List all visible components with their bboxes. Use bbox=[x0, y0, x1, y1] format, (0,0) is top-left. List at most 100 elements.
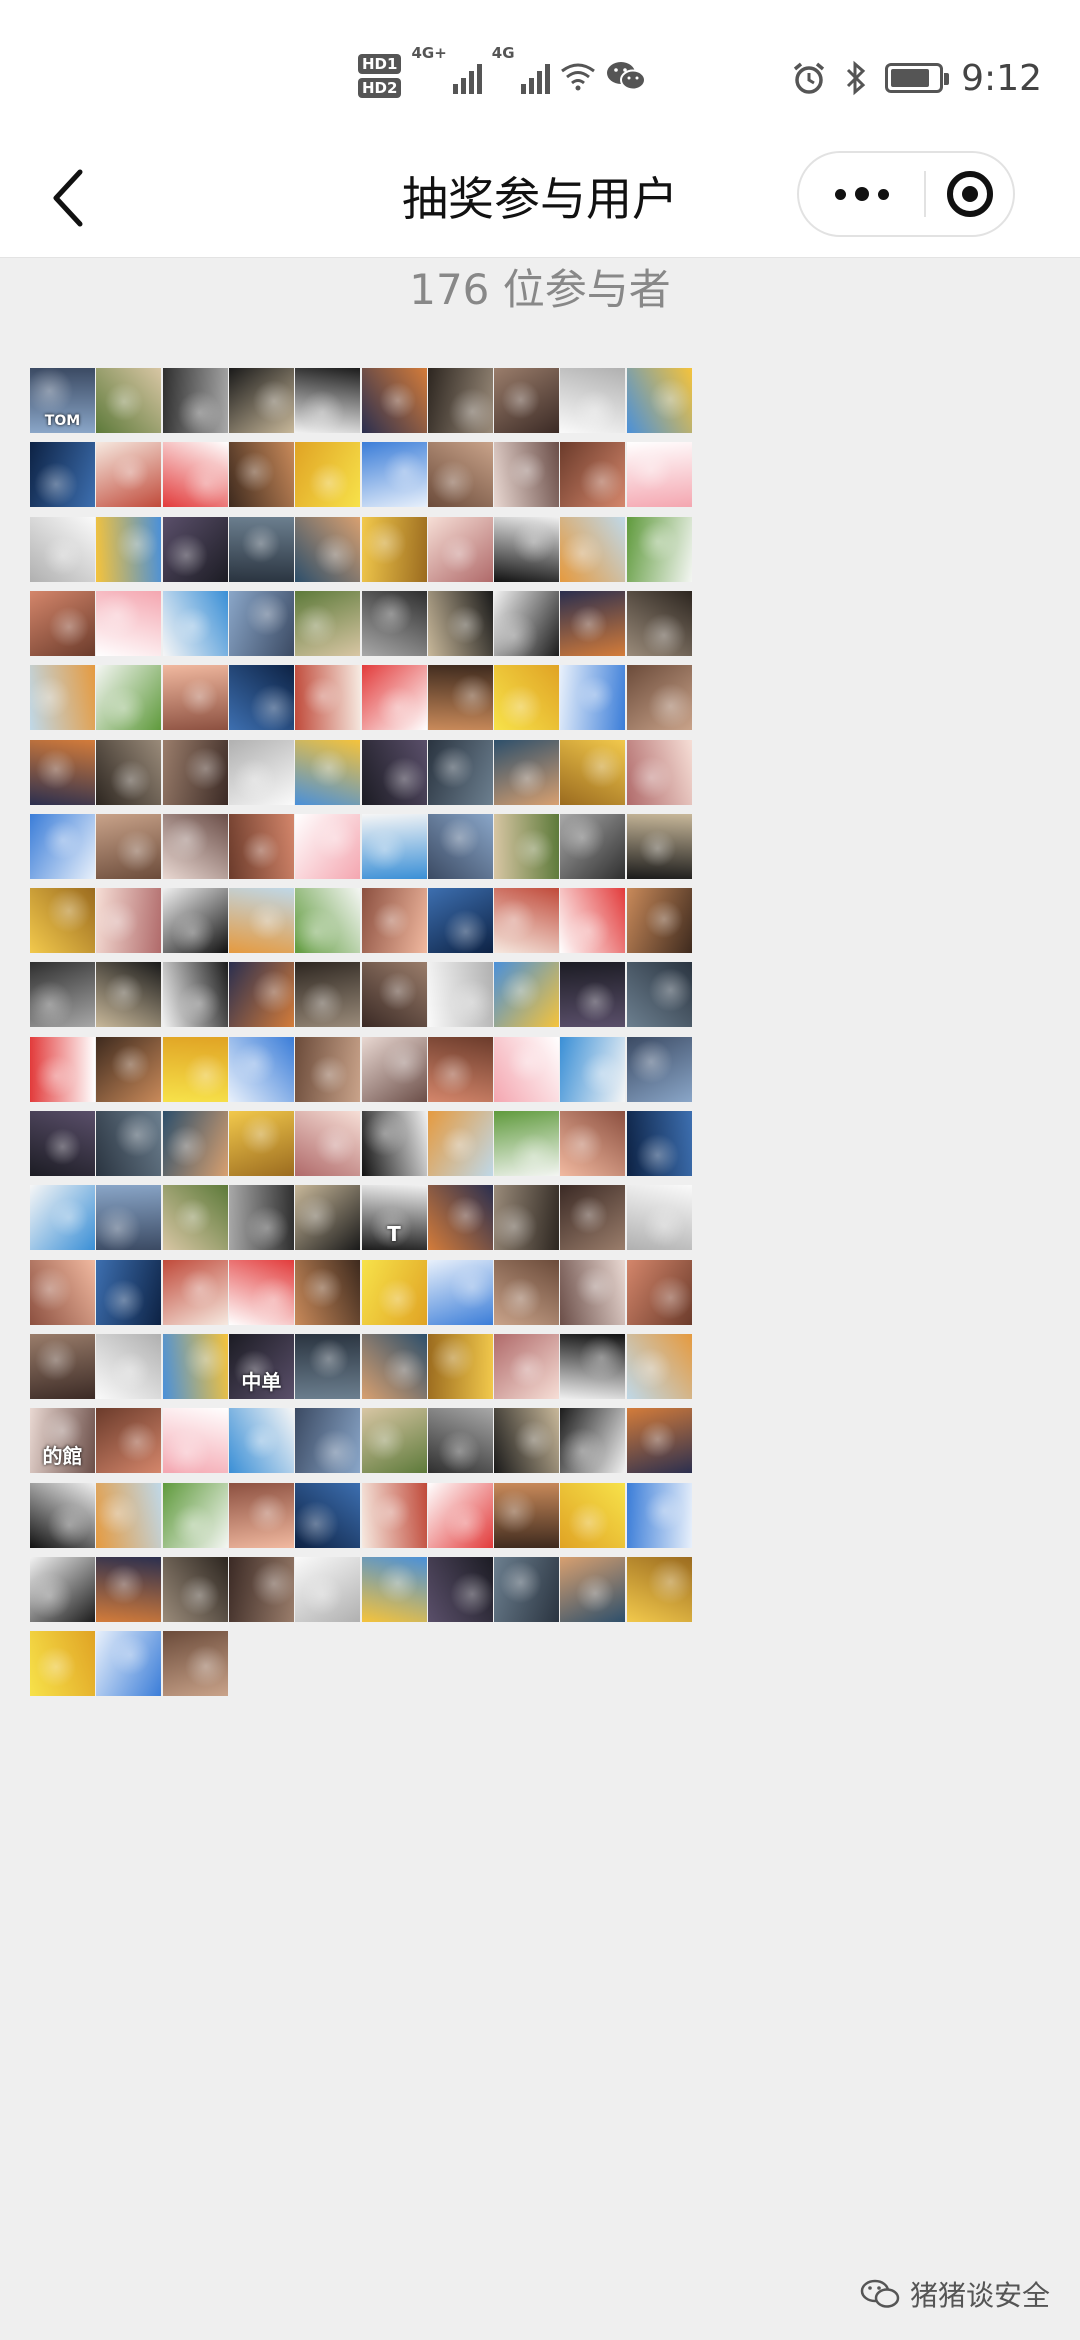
participant-avatar[interactable] bbox=[494, 368, 560, 433]
participant-avatar[interactable] bbox=[361, 1482, 427, 1548]
participant-avatar[interactable] bbox=[494, 442, 560, 508]
participant-avatar[interactable] bbox=[494, 739, 560, 805]
participant-avatar[interactable] bbox=[427, 442, 493, 508]
participant-avatar[interactable] bbox=[295, 368, 361, 433]
more-button[interactable] bbox=[799, 153, 924, 235]
participant-avatar[interactable] bbox=[626, 516, 692, 582]
participant-avatar[interactable] bbox=[560, 888, 626, 954]
participant-avatar[interactable] bbox=[626, 1036, 692, 1102]
participant-avatar[interactable] bbox=[560, 962, 626, 1028]
participant-avatar[interactable] bbox=[162, 1631, 228, 1697]
participant-avatar[interactable] bbox=[30, 1259, 95, 1325]
participant-avatar[interactable] bbox=[30, 1036, 95, 1102]
participant-avatar[interactable] bbox=[427, 1482, 493, 1548]
participant-avatar[interactable] bbox=[494, 1556, 560, 1622]
participant-avatar[interactable] bbox=[96, 1408, 162, 1474]
participant-avatar[interactable] bbox=[295, 1482, 361, 1548]
participant-avatar[interactable] bbox=[96, 590, 162, 656]
participant-avatar[interactable] bbox=[228, 665, 294, 731]
participant-avatar[interactable] bbox=[295, 1408, 361, 1474]
participant-avatar[interactable] bbox=[162, 1408, 228, 1474]
participant-avatar[interactable] bbox=[626, 368, 692, 433]
participant-avatar[interactable] bbox=[162, 739, 228, 805]
participant-avatar[interactable] bbox=[228, 1482, 294, 1548]
participant-avatar[interactable] bbox=[295, 739, 361, 805]
participant-avatar[interactable] bbox=[162, 665, 228, 731]
participant-avatar[interactable] bbox=[96, 1111, 162, 1176]
participant-avatar[interactable] bbox=[494, 888, 560, 954]
participant-avatar[interactable] bbox=[427, 368, 493, 433]
participant-avatar[interactable]: 中单 bbox=[228, 1333, 294, 1399]
participant-avatar[interactable] bbox=[626, 813, 692, 879]
participant-avatar[interactable] bbox=[96, 888, 162, 954]
participant-avatar[interactable] bbox=[228, 1259, 294, 1325]
participant-avatar[interactable] bbox=[228, 442, 294, 508]
participant-avatar[interactable] bbox=[560, 813, 626, 879]
participant-avatar[interactable] bbox=[295, 962, 361, 1028]
participant-avatar[interactable] bbox=[162, 1036, 228, 1102]
participant-avatar[interactable] bbox=[162, 1259, 228, 1325]
participant-avatar[interactable] bbox=[361, 1259, 427, 1325]
participant-avatar[interactable] bbox=[30, 1482, 95, 1548]
participant-avatar[interactable] bbox=[295, 813, 361, 879]
participant-avatar[interactable] bbox=[30, 442, 95, 508]
participant-avatar[interactable] bbox=[96, 665, 162, 731]
participant-avatar[interactable] bbox=[228, 888, 294, 954]
participant-avatar[interactable] bbox=[427, 1556, 493, 1622]
participant-avatar[interactable] bbox=[30, 1556, 95, 1622]
participant-avatar[interactable] bbox=[228, 1111, 294, 1176]
participant-avatar[interactable] bbox=[228, 739, 294, 805]
participant-avatar[interactable] bbox=[494, 1482, 560, 1548]
participant-avatar[interactable] bbox=[295, 888, 361, 954]
participant-avatar[interactable] bbox=[427, 1111, 493, 1176]
participant-avatar[interactable] bbox=[162, 1556, 228, 1622]
close-button[interactable] bbox=[926, 153, 1013, 235]
participant-avatar[interactable] bbox=[560, 442, 626, 508]
participant-avatar[interactable] bbox=[30, 962, 95, 1028]
participant-avatar[interactable] bbox=[361, 1036, 427, 1102]
participant-avatar[interactable] bbox=[560, 516, 626, 582]
participant-avatar[interactable] bbox=[30, 1185, 95, 1251]
participant-avatar[interactable] bbox=[96, 1482, 162, 1548]
participant-avatar[interactable] bbox=[228, 962, 294, 1028]
participant-avatar[interactable] bbox=[427, 962, 493, 1028]
participant-avatar[interactable] bbox=[30, 888, 95, 954]
participant-avatar[interactable] bbox=[96, 1259, 162, 1325]
participant-avatar[interactable] bbox=[295, 1333, 361, 1399]
participant-avatar[interactable] bbox=[295, 1556, 361, 1622]
participant-avatar[interactable] bbox=[427, 1408, 493, 1474]
participant-avatar[interactable] bbox=[96, 1185, 162, 1251]
participant-avatar[interactable] bbox=[626, 1111, 692, 1176]
participant-avatar[interactable] bbox=[162, 442, 228, 508]
participant-avatar[interactable] bbox=[295, 590, 361, 656]
participant-avatar[interactable] bbox=[228, 1036, 294, 1102]
participant-avatar[interactable] bbox=[96, 368, 162, 433]
participant-avatar[interactable] bbox=[560, 1036, 626, 1102]
participant-avatar[interactable] bbox=[96, 516, 162, 582]
participant-avatar[interactable] bbox=[494, 1333, 560, 1399]
participant-avatar[interactable] bbox=[162, 888, 228, 954]
participant-avatar[interactable] bbox=[228, 590, 294, 656]
participant-avatar[interactable] bbox=[494, 1408, 560, 1474]
participant-avatar[interactable] bbox=[162, 813, 228, 879]
participant-avatar[interactable] bbox=[30, 1631, 95, 1697]
participant-avatar[interactable] bbox=[427, 1259, 493, 1325]
participant-avatar[interactable] bbox=[626, 739, 692, 805]
participant-avatar[interactable]: 的館 bbox=[30, 1408, 95, 1474]
participant-avatar[interactable]: TOM bbox=[30, 368, 95, 433]
participant-avatar[interactable] bbox=[427, 888, 493, 954]
participant-avatar[interactable] bbox=[560, 1185, 626, 1251]
participant-avatar[interactable] bbox=[96, 1631, 162, 1697]
participant-avatar[interactable] bbox=[162, 590, 228, 656]
participant-avatar[interactable] bbox=[626, 1556, 692, 1622]
participant-avatar[interactable] bbox=[494, 1036, 560, 1102]
participant-avatar[interactable] bbox=[96, 1036, 162, 1102]
participant-avatar[interactable] bbox=[427, 1036, 493, 1102]
participant-avatar[interactable] bbox=[494, 1259, 560, 1325]
participant-avatar[interactable] bbox=[30, 1111, 95, 1176]
participant-avatar[interactable] bbox=[427, 590, 493, 656]
participant-avatar[interactable] bbox=[626, 665, 692, 731]
participant-avatar[interactable] bbox=[96, 813, 162, 879]
participant-avatar[interactable] bbox=[427, 739, 493, 805]
participant-avatar[interactable] bbox=[494, 1185, 560, 1251]
